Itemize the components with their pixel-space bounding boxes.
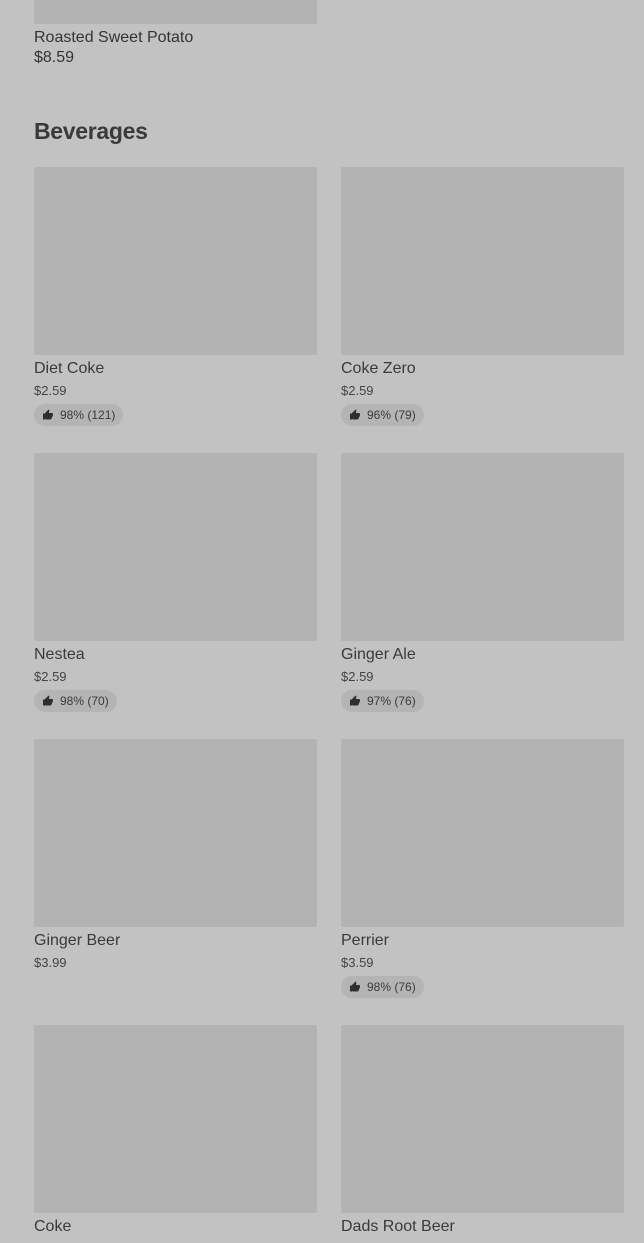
thumbs-up-icon (350, 695, 360, 706)
item-price: $3.99 (34, 955, 67, 970)
item-price: $2.59 (341, 669, 374, 684)
rating-text: 96% (79) (367, 408, 416, 422)
item-price: $8.59 (34, 49, 75, 66)
item-price: $2.59 (34, 669, 67, 684)
item-name: Ginger Beer (34, 932, 121, 949)
thumbs-up-icon (350, 409, 360, 420)
item-name: Dads Root Beer (341, 1218, 455, 1235)
item-price: $3.59 (341, 955, 374, 970)
item-name: Coke Zero (341, 360, 416, 377)
rating-text: 98% (121) (60, 408, 116, 422)
menu-item-card[interactable]: Ginger Beer $3.99 (34, 739, 317, 971)
menu-page: Roasted Sweet Potato $8.59 Beverages Die… (0, 0, 644, 1243)
item-image (34, 0, 317, 24)
item-name: Diet Coke (34, 360, 105, 377)
item-price: $2.59 (34, 383, 67, 398)
rating-badge: 96% (79) (341, 404, 424, 426)
item-image (341, 1025, 624, 1213)
menu-item-card[interactable]: Perrier $3.59 98% (76) (341, 739, 624, 998)
menu-item-card[interactable]: Diet Coke $2.59 98% (121) (34, 167, 317, 426)
section-title: Beverages (34, 118, 148, 144)
rating-badge: 98% (70) (34, 690, 117, 712)
menu-item-card[interactable]: Coke Zero $2.59 96% (79) (341, 167, 624, 426)
item-image (34, 1025, 317, 1213)
item-image (34, 739, 317, 927)
menu-item-card[interactable]: Nestea $2.59 98% (70) (34, 453, 317, 712)
thumbs-up-icon (350, 981, 360, 992)
item-image (34, 167, 317, 355)
menu-item-card[interactable]: Dads Root Beer (341, 1025, 624, 1237)
item-name: Coke (34, 1218, 72, 1235)
item-image (341, 167, 624, 355)
menu-item-card[interactable]: Ginger Ale $2.59 97% (76) (341, 453, 624, 712)
item-name: Ginger Ale (341, 646, 416, 663)
item-price: $2.59 (341, 383, 374, 398)
menu-item-card[interactable]: Coke (34, 1025, 317, 1237)
rating-badge: 97% (76) (341, 690, 424, 712)
rating-badge: 98% (121) (34, 404, 124, 426)
rating-badge: 98% (76) (341, 976, 424, 998)
item-image (34, 453, 317, 641)
thumbs-up-icon (43, 409, 53, 420)
rating-text: 98% (76) (367, 980, 416, 994)
item-name: Roasted Sweet Potato (34, 29, 194, 46)
item-name: Perrier (341, 932, 390, 949)
item-image (341, 453, 624, 641)
rating-text: 97% (76) (367, 694, 416, 708)
thumbs-up-icon (43, 695, 53, 706)
rating-text: 98% (70) (60, 694, 109, 708)
item-name: Nestea (34, 646, 85, 663)
item-image (341, 739, 624, 927)
menu-item-card[interactable]: Roasted Sweet Potato $8.59 (34, 0, 317, 67)
